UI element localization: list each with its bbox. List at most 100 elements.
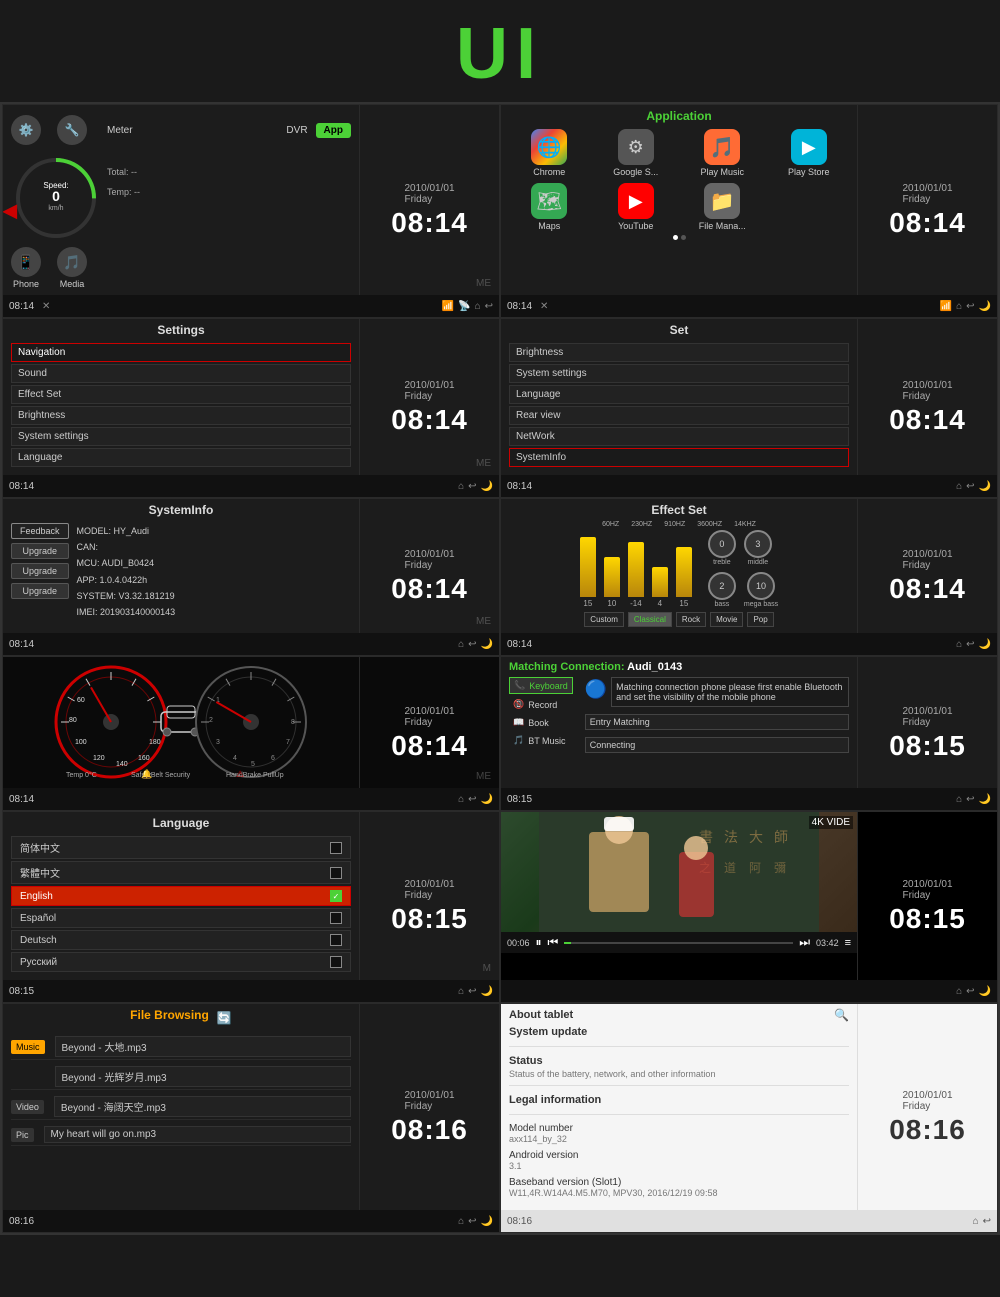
settings-item-effect[interactable]: Effect Set <box>11 385 351 404</box>
settings-item-system[interactable]: System settings <box>11 427 351 446</box>
home-btn[interactable]: ⌂ <box>475 301 481 312</box>
speedo-moon-btn[interactable]: 🌙 <box>481 794 493 805</box>
settings-moon-btn[interactable]: 🌙 <box>481 481 493 492</box>
eq-knob-middle[interactable]: 3 <box>744 530 772 558</box>
file-row-1[interactable]: Music Beyond - 光辉岁月.mp3 <box>11 1064 351 1090</box>
about-home-btn[interactable]: ⌂ <box>973 1216 979 1227</box>
settings-back-btn[interactable]: ↩ <box>468 481 476 492</box>
file-row-0[interactable]: Music Beyond - 大地.mp3 <box>11 1034 351 1060</box>
app-googles[interactable]: ⚙ Google S... <box>596 129 677 177</box>
app-playmusic[interactable]: 🎵 Play Music <box>682 129 763 177</box>
settings-item-navigation[interactable]: Navigation <box>11 343 351 362</box>
bt-moon-btn[interactable]: 🌙 <box>979 794 991 805</box>
about-section-legal[interactable]: Legal information <box>509 1094 849 1115</box>
playlist-icon[interactable]: ≡ <box>845 937 851 949</box>
app-playstore[interactable]: ▶ Play Store <box>769 129 850 177</box>
set-item-brightness[interactable]: Brightness <box>509 343 849 362</box>
set-item-language[interactable]: Language <box>509 385 849 404</box>
file-home-btn[interactable]: ⌂ <box>458 1216 464 1227</box>
video-moon-btn[interactable]: 🌙 <box>979 986 991 997</box>
set-home-btn[interactable]: ⌂ <box>956 481 962 492</box>
app-chrome[interactable]: 🌐 Chrome <box>509 129 590 177</box>
set-item-network[interactable]: NetWork <box>509 427 849 446</box>
refresh-icon[interactable]: 🔄 <box>217 1011 232 1025</box>
eq-moon-btn[interactable]: 🌙 <box>979 639 991 650</box>
file-row-3[interactable]: Pic My heart will go on.mp3 <box>11 1124 351 1146</box>
play-pause-btn[interactable]: ⏸ <box>536 935 542 950</box>
about-back-btn[interactable]: ↩ <box>983 1216 991 1227</box>
eq-knob-megabass[interactable]: 10 <box>747 572 775 600</box>
video-home-btn[interactable]: ⌂ <box>956 986 962 997</box>
app-moon-btn[interactable]: 🌙 <box>979 301 991 312</box>
about-section-update[interactable]: System update <box>509 1026 849 1047</box>
upgrade-btn-3[interactable]: Upgrade <box>11 583 69 599</box>
about-status-title: Status <box>509 1055 849 1067</box>
app-back-btn[interactable]: ↩ <box>966 301 974 312</box>
media-item[interactable]: 🎵 Media <box>57 247 87 289</box>
file-row-2[interactable]: Video Beyond - 海阔天空.mp3 <box>11 1094 351 1120</box>
speedo-back-btn[interactable]: ↩ <box>468 794 476 805</box>
bt-music[interactable]: 🎵 BT Music <box>509 733 573 748</box>
sysinfo-back-btn[interactable]: ↩ <box>468 639 476 650</box>
settings-item-sound[interactable]: Sound <box>11 364 351 383</box>
svg-text:3: 3 <box>216 739 220 746</box>
search-icon[interactable]: 🔍 <box>834 1008 849 1022</box>
phone-label: Phone <box>13 279 39 289</box>
lang-item-russian[interactable]: Русский <box>11 952 351 972</box>
app-youtube[interactable]: ▶ YouTube <box>596 183 677 231</box>
set-item-rearview[interactable]: Rear view <box>509 406 849 425</box>
phone-item[interactable]: 📱 Phone <box>11 247 41 289</box>
app-maps[interactable]: 🗺 Maps <box>509 183 590 231</box>
upgrade-btn-2[interactable]: Upgrade <box>11 563 69 579</box>
prev-btn[interactable]: ⏮ <box>548 935 559 950</box>
speedo-home-btn[interactable]: ⌂ <box>458 794 464 805</box>
next-btn[interactable]: ⏭ <box>799 935 810 950</box>
settings-item-brightness[interactable]: Brightness <box>11 406 351 425</box>
feedback-btn[interactable]: Feedback <box>11 523 69 539</box>
set-item-sysinfo[interactable]: SystemInfo <box>509 448 849 467</box>
set-back-btn[interactable]: ↩ <box>966 481 974 492</box>
video-back-btn[interactable]: ↩ <box>966 986 974 997</box>
lang-item-english[interactable]: English ✓ <box>11 886 351 906</box>
upgrade-btn-1[interactable]: Upgrade <box>11 543 69 559</box>
bt-home-btn[interactable]: ⌂ <box>956 794 962 805</box>
preset-rock[interactable]: Rock <box>676 612 706 627</box>
settings-item-language[interactable]: Language <box>11 448 351 467</box>
eq-back-btn[interactable]: ↩ <box>966 639 974 650</box>
bt-book[interactable]: 📖 Book <box>509 715 573 730</box>
file-back-btn[interactable]: ↩ <box>468 1216 476 1227</box>
preset-pop[interactable]: Pop <box>747 612 773 627</box>
preset-classical[interactable]: Classical <box>628 612 672 627</box>
bt-back-btn[interactable]: ↩ <box>966 794 974 805</box>
eq-home-btn[interactable]: ⌂ <box>956 639 962 650</box>
back-btn[interactable]: ↩ <box>485 301 493 312</box>
svg-text:7: 7 <box>286 739 290 746</box>
bt-entry-matching[interactable]: Entry Matching <box>585 714 849 730</box>
app-files[interactable]: 📁 File Mana... <box>682 183 763 231</box>
lang-item-zh-tw[interactable]: 繁體中文 <box>11 861 351 884</box>
eq-knob-bass[interactable]: 2 <box>708 572 736 600</box>
lang-item-deutsch[interactable]: Deutsch <box>11 930 351 950</box>
preset-movie[interactable]: Movie <box>710 612 743 627</box>
lang-home-btn[interactable]: ⌂ <box>458 986 464 997</box>
lang-item-spanish[interactable]: Español <box>11 908 351 928</box>
bt-keyboard[interactable]: 📞 Keyboard <box>509 677 573 694</box>
app-button[interactable]: App <box>316 123 351 138</box>
app-home-btn[interactable]: ⌂ <box>956 301 962 312</box>
sysinfo-moon-btn[interactable]: 🌙 <box>481 639 493 650</box>
lang-moon-btn[interactable]: 🌙 <box>481 986 493 997</box>
lang-item-zh-cn[interactable]: 简体中文 <box>11 836 351 859</box>
video-progress-bar[interactable] <box>564 942 793 944</box>
settings-home-btn[interactable]: ⌂ <box>458 481 464 492</box>
eq-knob-treble[interactable]: 0 <box>708 530 736 558</box>
home-icon-gear2[interactable]: 🔧 <box>57 115 87 145</box>
home-icon-settings[interactable]: ⚙️ <box>11 115 41 145</box>
preset-custom[interactable]: Custom <box>584 612 624 627</box>
about-section-status[interactable]: Status Status of the battery, network, a… <box>509 1055 849 1086</box>
set-moon-btn[interactable]: 🌙 <box>979 481 991 492</box>
file-moon-btn[interactable]: 🌙 <box>481 1216 493 1227</box>
lang-back-btn[interactable]: ↩ <box>468 986 476 997</box>
sysinfo-home-btn[interactable]: ⌂ <box>458 639 464 650</box>
set-item-system[interactable]: System settings <box>509 364 849 383</box>
bt-record[interactable]: 📵 Record <box>509 697 573 712</box>
